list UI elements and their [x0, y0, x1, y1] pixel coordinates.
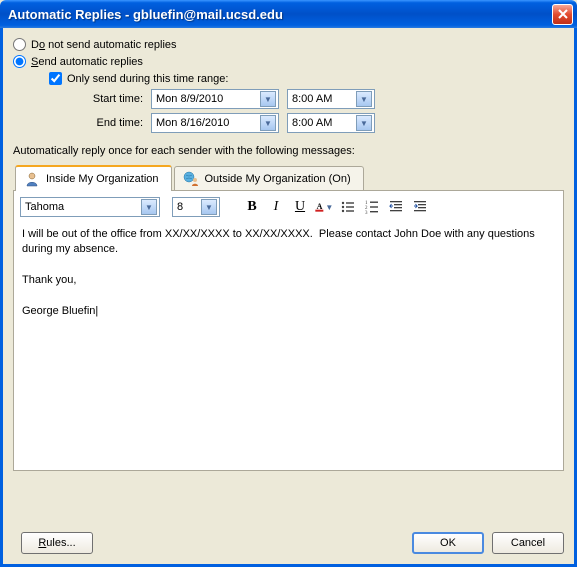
window-title: Automatic Replies - gbluefin@mail.ucsd.e… [8, 7, 552, 22]
start-time-label: Start time: [73, 93, 143, 105]
globe-person-icon [183, 171, 199, 187]
radio-do-not-send-label: Do not send automatic replies [31, 39, 177, 51]
only-range-label: Only send during this time range: [67, 73, 228, 85]
underline-button[interactable]: U [290, 197, 310, 217]
italic-button[interactable]: I [266, 197, 286, 217]
start-time-value: 8:00 AM [292, 93, 352, 105]
tab-inside-label: Inside My Organization [46, 173, 159, 185]
svg-text:A: A [317, 202, 323, 211]
radio-do-not-send-row[interactable]: Do not send automatic replies [13, 38, 564, 51]
end-time-row: End time: Mon 8/16/2010 ▼ 8:00 AM ▼ [73, 113, 564, 133]
person-icon [24, 171, 40, 187]
end-date-combo[interactable]: Mon 8/16/2010 ▼ [151, 113, 279, 133]
chevron-down-icon: ▼ [325, 203, 334, 212]
number-list-icon: 1 2 3 [365, 200, 379, 214]
start-date-combo[interactable]: Mon 8/9/2010 ▼ [151, 89, 279, 109]
start-time-combo[interactable]: 8:00 AM ▼ [287, 89, 375, 109]
ok-button[interactable]: OK [412, 532, 484, 554]
radio-do-not-send[interactable] [13, 38, 26, 51]
font-color-icon: A [314, 199, 325, 215]
chevron-down-icon: ▼ [260, 115, 276, 131]
bullet-list-icon [341, 200, 355, 214]
start-date-value: Mon 8/9/2010 [156, 93, 256, 105]
cancel-button[interactable]: Cancel [492, 532, 564, 554]
radio-send[interactable] [13, 55, 26, 68]
font-size-value: 8 [177, 201, 197, 213]
chevron-down-icon: ▼ [260, 91, 276, 107]
dialog-body: Do not send automatic replies Send autom… [0, 28, 577, 567]
indent-icon [413, 200, 427, 214]
checkbox-only-range[interactable] [49, 72, 62, 85]
close-button[interactable] [552, 4, 573, 25]
bold-button[interactable]: B [242, 197, 262, 217]
end-date-value: Mon 8/16/2010 [156, 117, 256, 129]
outdent-icon [389, 200, 403, 214]
tab-outside-org[interactable]: Outside My Organization (On) [174, 166, 364, 190]
radio-send-row[interactable]: Send automatic replies [13, 55, 564, 68]
titlebar: Automatic Replies - gbluefin@mail.ucsd.e… [0, 0, 577, 28]
outdent-button[interactable] [386, 197, 406, 217]
only-range-row[interactable]: Only send during this time range: [49, 72, 564, 85]
end-time-value: 8:00 AM [292, 117, 352, 129]
chevron-down-icon: ▼ [356, 115, 372, 131]
tab-outside-label: Outside My Organization (On) [205, 173, 351, 185]
number-list-button[interactable]: 1 2 3 [362, 197, 382, 217]
tab-strip: Inside My Organization Outside My Organi… [13, 163, 564, 191]
svg-text:3: 3 [365, 211, 368, 214]
format-toolbar: Tahoma ▼ 8 ▼ B I U A ▼ 1 [13, 191, 564, 221]
message-editor[interactable]: I will be out of the office from XX/XX/X… [13, 221, 564, 471]
font-size-combo[interactable]: 8 ▼ [172, 197, 220, 217]
section-label: Automatically reply once for each sender… [13, 145, 564, 157]
font-color-button[interactable]: A ▼ [314, 197, 334, 217]
end-time-label: End time: [73, 117, 143, 129]
tab-inside-org[interactable]: Inside My Organization [15, 165, 172, 191]
bullet-list-button[interactable] [338, 197, 358, 217]
chevron-down-icon: ▼ [141, 199, 157, 215]
end-time-combo[interactable]: 8:00 AM ▼ [287, 113, 375, 133]
close-icon [558, 9, 568, 19]
rules-button[interactable]: Rules... [21, 532, 93, 554]
font-value: Tahoma [25, 201, 137, 213]
font-combo[interactable]: Tahoma ▼ [20, 197, 160, 217]
chevron-down-icon: ▼ [201, 199, 217, 215]
indent-button[interactable] [410, 197, 430, 217]
radio-send-label: Send automatic replies [31, 56, 143, 68]
chevron-down-icon: ▼ [356, 91, 372, 107]
start-time-row: Start time: Mon 8/9/2010 ▼ 8:00 AM ▼ [73, 89, 564, 109]
footer: Rules... OK Cancel [13, 532, 564, 554]
